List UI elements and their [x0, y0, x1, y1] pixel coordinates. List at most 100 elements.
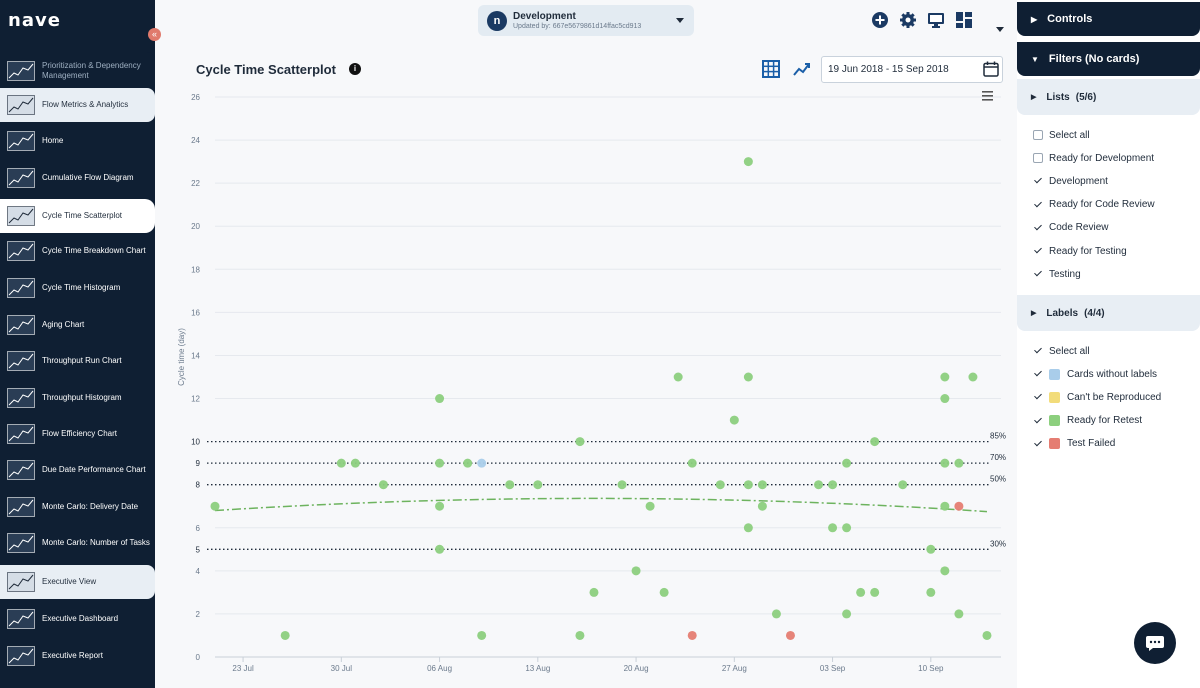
controls-header[interactable]: ▶ Controls — [1017, 2, 1200, 36]
data-point[interactable] — [743, 157, 753, 167]
data-point[interactable] — [814, 480, 824, 490]
data-point[interactable] — [771, 609, 781, 619]
filter-option[interactable]: Code Review — [1033, 221, 1108, 235]
filter-option[interactable]: Ready for Retest — [1033, 414, 1142, 428]
data-point[interactable] — [378, 480, 388, 490]
data-point[interactable] — [533, 480, 543, 490]
data-point[interactable] — [940, 394, 950, 404]
sidebar-item-cumulative-flow-diagram[interactable]: Cumulative Flow Diagram — [0, 163, 155, 193]
data-point[interactable] — [575, 437, 585, 447]
data-point[interactable] — [631, 566, 641, 576]
data-point[interactable] — [926, 587, 936, 597]
data-point[interactable] — [743, 480, 753, 490]
data-point[interactable] — [785, 630, 795, 640]
data-point[interactable] — [842, 458, 852, 468]
sidebar-item-executive-view[interactable]: Executive View — [0, 565, 155, 599]
sidebar-item-throughput-histogram[interactable]: Throughput Histogram — [0, 383, 155, 413]
data-point[interactable] — [743, 523, 753, 533]
sidebar-item-throughput-run-chart[interactable]: Throughput Run Chart — [0, 346, 155, 376]
data-point[interactable] — [645, 501, 655, 511]
calendar-icon[interactable] — [983, 61, 999, 77]
data-point[interactable] — [954, 501, 964, 511]
data-point[interactable] — [659, 587, 669, 597]
sidebar-item-home[interactable]: Home — [0, 126, 155, 156]
data-point[interactable] — [435, 544, 445, 554]
sidebar-item-monte-carlo-number-of-tasks[interactable]: Monte Carlo: Number of Tasks — [0, 528, 155, 558]
checkbox[interactable] — [1033, 130, 1043, 140]
date-range-input[interactable]: 19 Jun 2018 - 15 Sep 2018 — [821, 56, 1003, 83]
lists-section-header[interactable]: ▶ Lists (5/6) — [1017, 79, 1200, 115]
filter-option[interactable]: Select all — [1033, 344, 1090, 358]
data-point[interactable] — [870, 587, 880, 597]
table-view-icon[interactable] — [762, 60, 780, 78]
monitor-icon[interactable] — [927, 11, 945, 29]
data-point[interactable] — [477, 630, 487, 640]
filter-option[interactable]: Ready for Testing — [1033, 244, 1127, 258]
data-point[interactable] — [589, 587, 599, 597]
data-point[interactable] — [940, 458, 950, 468]
trend-line-icon[interactable] — [793, 61, 811, 77]
data-point[interactable] — [954, 609, 964, 619]
data-point[interactable] — [757, 501, 767, 511]
data-point[interactable] — [743, 372, 753, 382]
sidebar-item-executive-report[interactable]: Executive Report — [0, 641, 155, 671]
data-point[interactable] — [435, 458, 445, 468]
sidebar-item-executive-dashboard[interactable]: Executive Dashboard — [0, 604, 155, 634]
checkbox[interactable] — [1033, 153, 1043, 164]
nave-logo[interactable]: nave — [8, 10, 61, 31]
data-point[interactable] — [575, 630, 585, 640]
data-point[interactable] — [940, 372, 950, 382]
data-point[interactable] — [842, 523, 852, 533]
data-point[interactable] — [898, 480, 908, 490]
data-point[interactable] — [856, 587, 866, 597]
data-point[interactable] — [505, 480, 515, 490]
checkbox[interactable] — [1033, 438, 1043, 449]
filter-option[interactable]: Select all — [1033, 128, 1090, 142]
sidebar-item-flow-metrics-analytics[interactable]: Flow Metrics & Analytics — [0, 88, 155, 122]
plus-circle-icon[interactable] — [871, 11, 889, 29]
project-selector[interactable]: n Development Updated by: 667e5679861d14… — [478, 5, 694, 36]
data-point[interactable] — [477, 458, 487, 468]
filter-option[interactable]: Development — [1033, 174, 1108, 188]
data-point[interactable] — [982, 630, 992, 640]
sidebar-item-flow-efficiency-chart[interactable]: Flow Efficiency Chart — [0, 419, 155, 449]
data-point[interactable] — [954, 458, 964, 468]
data-point[interactable] — [729, 415, 739, 425]
checkbox[interactable] — [1033, 415, 1043, 426]
filter-option[interactable]: Ready for Code Review — [1033, 198, 1155, 212]
labels-section-header[interactable]: ▶ Labels (4/4) — [1017, 295, 1200, 331]
data-point[interactable] — [870, 437, 880, 447]
data-point[interactable] — [210, 501, 220, 511]
data-point[interactable] — [435, 394, 445, 404]
sidebar-item-cycle-time-breakdown-chart[interactable]: Cycle Time Breakdown Chart — [0, 236, 155, 266]
gear-icon[interactable] — [899, 11, 917, 29]
data-point[interactable] — [350, 458, 360, 468]
data-point[interactable] — [687, 630, 697, 640]
checkbox[interactable] — [1033, 346, 1043, 356]
chevron-down-icon[interactable] — [996, 27, 1004, 32]
sidebar-item-prioritization-dependency-management[interactable]: Prioritization & Dependency Management — [0, 52, 155, 90]
chart-menu-icon[interactable] — [982, 91, 993, 101]
sidebar-item-cycle-time-scatterplot[interactable]: Cycle Time Scatterplot — [0, 199, 155, 233]
filter-option[interactable]: Ready for Development — [1033, 151, 1154, 165]
data-point[interactable] — [280, 630, 290, 640]
filters-header[interactable]: ▼ Filters (No cards) — [1017, 42, 1200, 76]
chat-button[interactable] — [1134, 622, 1176, 664]
sidebar-item-aging-chart[interactable]: Aging Chart — [0, 310, 155, 340]
filter-option[interactable]: Cards without labels — [1033, 367, 1157, 381]
dashboard-icon[interactable] — [955, 11, 973, 29]
checkbox[interactable] — [1033, 176, 1043, 187]
data-point[interactable] — [968, 372, 978, 382]
filter-option[interactable]: Test Failed — [1033, 437, 1115, 451]
sidebar-item-monte-carlo-delivery-date[interactable]: Monte Carlo: Delivery Date — [0, 492, 155, 522]
data-point[interactable] — [463, 458, 473, 468]
data-point[interactable] — [715, 480, 725, 490]
checkbox[interactable] — [1033, 199, 1043, 210]
data-point[interactable] — [617, 480, 627, 490]
sidebar-item-cycle-time-histogram[interactable]: Cycle Time Histogram — [0, 273, 155, 303]
data-point[interactable] — [673, 372, 683, 382]
checkbox[interactable] — [1033, 246, 1043, 256]
sidebar-item-due-date-performance-chart[interactable]: Due Date Performance Chart — [0, 455, 155, 485]
data-point[interactable] — [926, 544, 936, 554]
data-point[interactable] — [687, 458, 697, 468]
